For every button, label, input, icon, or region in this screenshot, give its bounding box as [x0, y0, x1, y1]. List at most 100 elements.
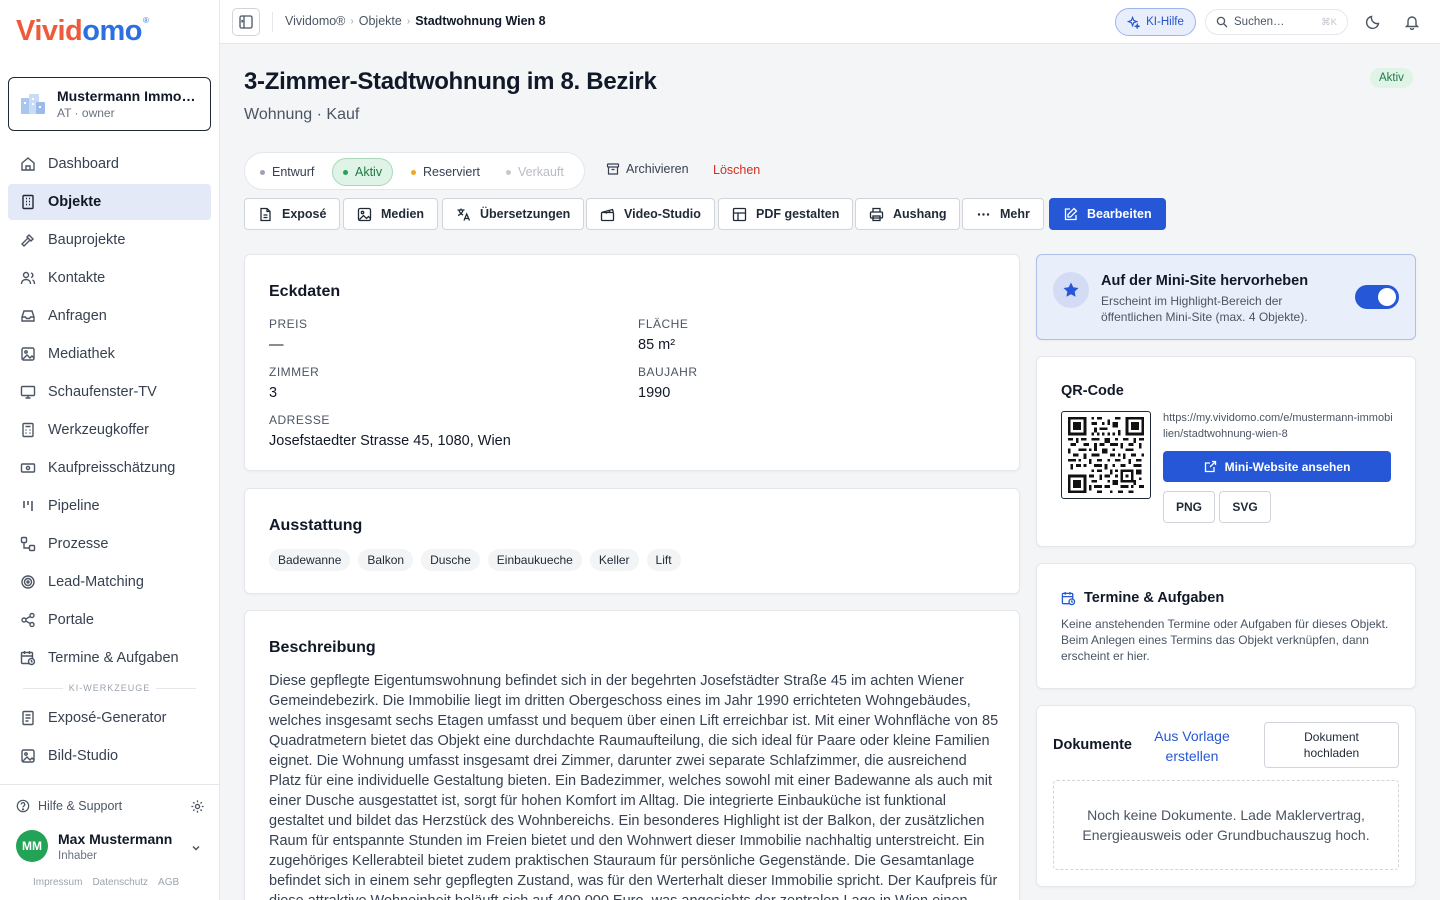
bell-icon[interactable]	[1404, 14, 1420, 30]
nav-item-pipeline[interactable]: Pipeline	[8, 488, 211, 524]
nav-section-ki: KI-WERKZEUGE	[8, 680, 211, 696]
search-input[interactable]: Suchen… ⌘K	[1205, 9, 1348, 35]
status-label: Aktiv	[355, 165, 383, 179]
nav-item-schaufenster-tv[interactable]: Schaufenster-TV	[8, 374, 211, 410]
download-png-button[interactable]: PNG	[1163, 491, 1215, 523]
rooms-field: ZIMMER 3	[269, 365, 319, 401]
nav-label: Lead-Matching	[48, 574, 144, 590]
features-card: Ausstattung Badewanne Balkon Dusche Einb…	[244, 488, 1020, 594]
archive-button[interactable]: Archivieren	[606, 162, 689, 176]
field-label: ADRESSE	[269, 413, 330, 427]
sparkles-icon	[1127, 15, 1141, 29]
avatar: MM	[16, 830, 48, 862]
upload-document-button[interactable]: Dokument hochladen	[1264, 722, 1399, 768]
status-option-reserviert[interactable]: Reserviert	[401, 158, 490, 186]
nav-item-objekte[interactable]: Objekte	[8, 184, 211, 220]
highlight-toggle[interactable]	[1355, 285, 1399, 309]
org-switcher[interactable]: Mustermann Immo… AT · owner	[8, 77, 211, 131]
moon-icon[interactable]	[1365, 14, 1381, 30]
status-dot	[411, 169, 416, 175]
field-value: 3	[269, 385, 278, 401]
field-value: Josefstaedter Strasse 45, 1080, Wien	[269, 433, 511, 449]
view-mini-site-button[interactable]: Mini-Website ansehen	[1163, 451, 1391, 482]
card-title: Ausstattung	[269, 517, 363, 534]
sidebar-divider	[0, 784, 220, 785]
create-from-template-link[interactable]: Aus Vorlage erstellen	[1149, 726, 1235, 766]
nav-label: Kaufpreisschätzung	[48, 460, 176, 476]
logo-wordmark: Vividomo	[16, 14, 142, 47]
nav-label: Termine & Aufgaben	[48, 650, 179, 666]
nav-item-expose-generator[interactable]: Exposé-Generator	[8, 700, 211, 736]
expose-button[interactable]: Exposé	[244, 198, 341, 230]
legal-links: Impressum Datenschutz AGB	[33, 877, 179, 888]
nav-label: Prozesse	[48, 536, 109, 552]
field-value: 85 m²	[638, 337, 676, 353]
help-circle-icon	[16, 799, 30, 813]
aushang-label: Aushang	[893, 207, 947, 221]
translations-button[interactable]: Übersetzungen	[442, 198, 585, 230]
description-text: Diese gepflegte Eigentumswohnung befinde…	[269, 673, 999, 900]
aushang-button[interactable]: Aushang	[855, 198, 961, 230]
breadcrumb-home[interactable]: Vividomo®	[285, 14, 345, 28]
nav-item-bauprojekte[interactable]: Bauprojekte	[8, 222, 211, 258]
nav-item-prozesse[interactable]: Prozesse	[8, 526, 211, 562]
edit-label: Bearbeiten	[1087, 207, 1152, 221]
nav-label: Pipeline	[48, 498, 100, 514]
year-built-field: BAUJAHR 1990	[638, 365, 698, 401]
link-agb[interactable]: AGB	[158, 877, 179, 888]
chevron-down-icon[interactable]	[190, 842, 202, 854]
more-button[interactable]: Mehr	[962, 198, 1044, 230]
status-option-aktiv[interactable]: Aktiv	[332, 158, 394, 186]
link-datenschutz[interactable]: Datenschutz	[92, 877, 148, 888]
search-shortcut: ⌘K	[1321, 16, 1337, 28]
nav-item-portale[interactable]: Portale	[8, 602, 211, 638]
delete-button[interactable]: Löschen	[713, 163, 760, 177]
edit-button[interactable]: Bearbeiten	[1049, 198, 1166, 230]
top-bar: Vividomo® › Objekte › Stadtwohnung Wien …	[220, 0, 1440, 44]
feature-chip: Badewanne	[269, 549, 351, 571]
documents-empty-state: Noch keine Dokumente. Lade Maklervertrag…	[1053, 780, 1399, 870]
documents-card: Dokumente Aus Vorlage erstellen Dokument…	[1036, 705, 1416, 887]
sidebar-toggle-button[interactable]	[232, 8, 260, 36]
edit-icon	[1064, 207, 1078, 220]
field-label: PREIS	[269, 317, 308, 331]
breadcrumb-current: Stadtwohnung Wien 8	[415, 14, 546, 28]
download-svg-button[interactable]: SVG	[1219, 491, 1271, 523]
printer-icon	[869, 207, 884, 221]
video-studio-button[interactable]: Video-Studio	[586, 198, 715, 230]
nav-item-bild-studio[interactable]: Bild-Studio	[8, 738, 211, 774]
pdf-button[interactable]: PDF gestalten	[718, 198, 854, 230]
nav-label: Mediathek	[48, 346, 115, 362]
nav-item-anfragen[interactable]: Anfragen	[8, 298, 211, 334]
nav-label: Dashboard	[48, 156, 119, 172]
archive-icon	[606, 163, 620, 175]
nav-item-werkzeugkoffer[interactable]: Werkzeugkoffer	[8, 412, 211, 448]
nav-item-dashboard[interactable]: Dashboard	[8, 146, 211, 182]
status-option-entwurf[interactable]: Entwurf	[250, 158, 324, 186]
nav-item-kontakte[interactable]: Kontakte	[8, 260, 211, 296]
external-link-icon	[1204, 460, 1216, 473]
field-value: —	[269, 337, 284, 353]
document-icon	[22, 710, 34, 726]
star-icon	[1063, 282, 1079, 297]
nav-item-mediathek[interactable]: Mediathek	[8, 336, 211, 372]
brand-logo[interactable]: Vividomo ®	[16, 14, 149, 48]
status-dot	[343, 169, 348, 175]
share-icon	[21, 612, 35, 628]
images-icon	[357, 207, 372, 221]
nav-item-kaufpreisschaetzung[interactable]: Kaufpreisschätzung	[8, 450, 211, 486]
link-impressum[interactable]: Impressum	[33, 877, 82, 888]
users-icon	[20, 271, 36, 285]
images-icon	[21, 347, 35, 361]
status-badge: Aktiv	[1370, 68, 1413, 88]
gear-icon[interactable]	[190, 799, 205, 814]
highlight-badge	[1053, 272, 1089, 308]
user-menu[interactable]: MM Max Mustermann Inhaber	[16, 830, 172, 862]
breadcrumb-objekte[interactable]: Objekte	[359, 14, 402, 28]
nav-item-lead-matching[interactable]: Lead-Matching	[8, 564, 211, 600]
media-button[interactable]: Medien	[343, 198, 439, 230]
ki-help-button[interactable]: KI-Hilfe	[1115, 8, 1196, 36]
org-meta: AT · owner	[57, 106, 115, 120]
help-link[interactable]: Hilfe & Support	[16, 799, 122, 813]
nav-item-termine[interactable]: Termine & Aufgaben	[8, 640, 211, 676]
